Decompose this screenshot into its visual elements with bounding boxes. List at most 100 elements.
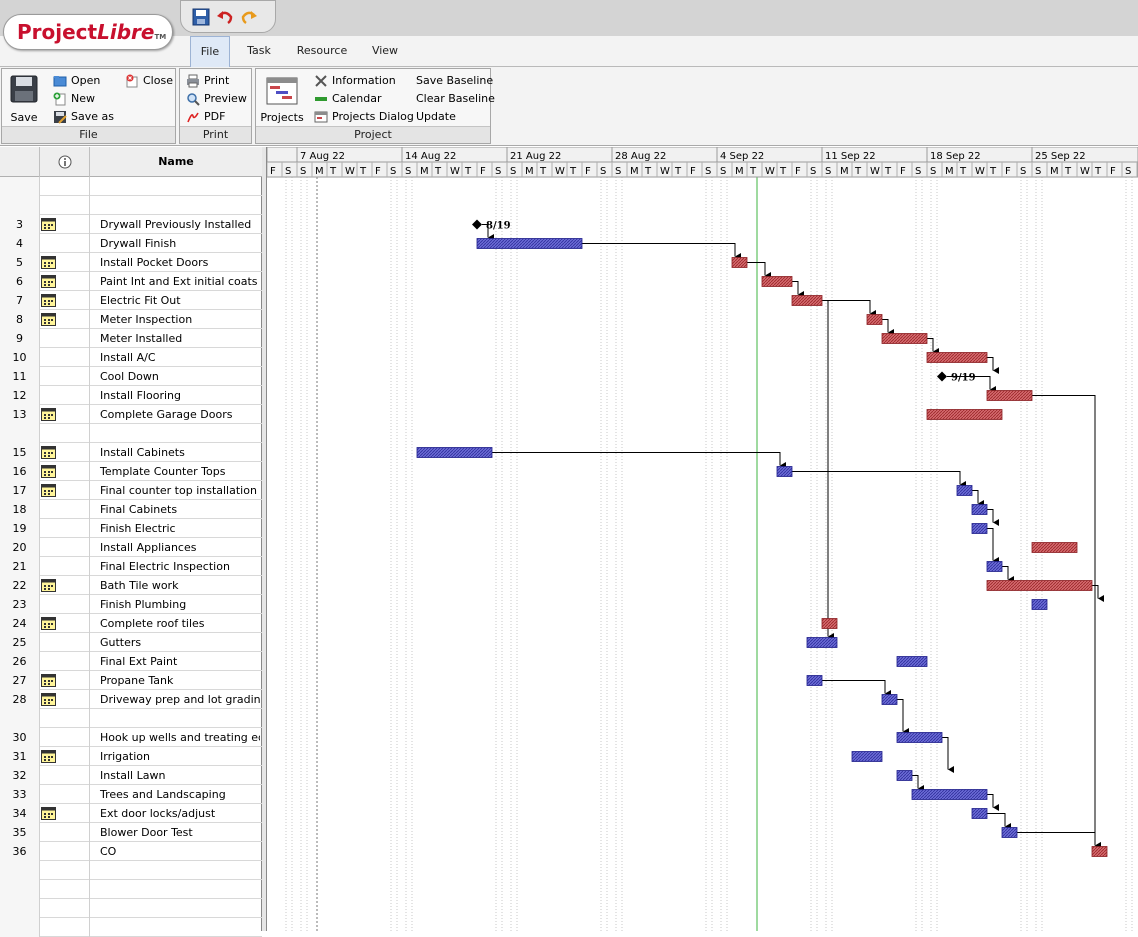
task-name[interactable] bbox=[90, 177, 260, 196]
redo-icon[interactable] bbox=[240, 8, 258, 26]
critical-task-bar[interactable] bbox=[986, 390, 1033, 401]
table-row[interactable]: 17 Final counter top installation bbox=[0, 481, 262, 500]
table-row[interactable] bbox=[0, 918, 262, 937]
task-name[interactable]: Hook up wells and treating equip bbox=[90, 728, 260, 747]
task-name[interactable]: Irrigation bbox=[90, 747, 260, 766]
table-row[interactable]: 19 Finish Electric bbox=[0, 519, 262, 538]
task-name[interactable]: Trees and Landscaping bbox=[90, 785, 260, 804]
task-name[interactable] bbox=[90, 861, 260, 880]
table-row[interactable] bbox=[0, 196, 262, 215]
task-name[interactable]: Meter Installed bbox=[90, 329, 260, 348]
task-bar[interactable] bbox=[806, 637, 838, 648]
task-name[interactable]: Final Cabinets bbox=[90, 500, 260, 519]
critical-task-bar[interactable] bbox=[986, 580, 1093, 591]
task-name[interactable]: Template Counter Tops bbox=[90, 462, 260, 481]
task-name[interactable]: Cool Down bbox=[90, 367, 260, 386]
table-row[interactable]: 10 Install A/C bbox=[0, 348, 262, 367]
critical-task-bar[interactable] bbox=[731, 257, 748, 268]
task-name[interactable]: Meter Inspection bbox=[90, 310, 260, 329]
task-name[interactable]: Paint Int and Ext initial coats bbox=[90, 272, 260, 291]
task-bar[interactable] bbox=[971, 523, 988, 534]
task-name[interactable]: Finish Plumbing bbox=[90, 595, 260, 614]
table-row[interactable]: 13 Complete Garage Doors bbox=[0, 405, 262, 424]
critical-task-bar[interactable] bbox=[926, 409, 1003, 420]
table-row[interactable]: 8 Meter Inspection bbox=[0, 310, 262, 329]
task-name[interactable]: Drywall Finish bbox=[90, 234, 260, 253]
table-row[interactable] bbox=[0, 709, 262, 728]
task-bar[interactable] bbox=[776, 466, 793, 477]
task-name[interactable]: Gutters bbox=[90, 633, 260, 652]
table-row[interactable]: 30 Hook up wells and treating equip bbox=[0, 728, 262, 747]
task-name[interactable]: CO bbox=[90, 842, 260, 861]
task-name[interactable]: Final Electric Inspection bbox=[90, 557, 260, 576]
table-row[interactable] bbox=[0, 880, 262, 899]
task-name[interactable]: Install A/C bbox=[90, 348, 260, 367]
task-bar[interactable] bbox=[896, 732, 943, 743]
table-row[interactable]: 33 Trees and Landscaping bbox=[0, 785, 262, 804]
task-name[interactable]: Final Ext Paint bbox=[90, 652, 260, 671]
task-name[interactable] bbox=[90, 918, 260, 937]
critical-task-bar[interactable] bbox=[821, 618, 838, 629]
task-bar[interactable] bbox=[851, 751, 883, 762]
task-bar[interactable] bbox=[416, 447, 493, 458]
table-row[interactable]: 4 Drywall Finish bbox=[0, 234, 262, 253]
task-name[interactable]: Install Appliances bbox=[90, 538, 260, 557]
tab-file[interactable]: File bbox=[190, 36, 230, 68]
critical-task-bar[interactable] bbox=[926, 352, 988, 363]
task-name[interactable]: Final counter top installation bbox=[90, 481, 260, 500]
table-row[interactable]: 27 Propane Tank bbox=[0, 671, 262, 690]
critical-task-bar[interactable] bbox=[1091, 846, 1108, 857]
task-name[interactable]: Install Cabinets bbox=[90, 443, 260, 462]
task-name[interactable]: Finish Electric bbox=[90, 519, 260, 538]
table-row[interactable] bbox=[0, 899, 262, 918]
table-row[interactable]: 7 Electric Fit Out bbox=[0, 291, 262, 310]
task-bar[interactable] bbox=[806, 675, 823, 686]
undo-icon[interactable] bbox=[216, 8, 234, 26]
critical-task-bar[interactable] bbox=[1031, 542, 1078, 553]
task-name[interactable]: Propane Tank bbox=[90, 671, 260, 690]
table-row[interactable] bbox=[0, 177, 262, 196]
task-name[interactable]: Blower Door Test bbox=[90, 823, 260, 842]
table-row[interactable]: 9 Meter Installed bbox=[0, 329, 262, 348]
table-row[interactable]: 20 Install Appliances bbox=[0, 538, 262, 557]
table-row[interactable]: 34 Ext door locks/adjust bbox=[0, 804, 262, 823]
table-row[interactable]: 28 Driveway prep and lot grading bbox=[0, 690, 262, 709]
table-row[interactable]: 32 Install Lawn bbox=[0, 766, 262, 785]
table-row[interactable]: 15 Install Cabinets bbox=[0, 443, 262, 462]
table-row[interactable]: 22 Bath Tile work bbox=[0, 576, 262, 595]
header-id-column[interactable] bbox=[0, 147, 40, 177]
task-bar[interactable] bbox=[971, 808, 988, 819]
milestone-diamond[interactable] bbox=[937, 371, 947, 382]
task-name[interactable]: Install Flooring bbox=[90, 386, 260, 405]
task-bar[interactable] bbox=[1001, 827, 1018, 838]
projects-button[interactable]: Projects bbox=[260, 73, 304, 127]
tab-task[interactable]: Task bbox=[238, 36, 280, 67]
table-row[interactable]: 31 Irrigation bbox=[0, 747, 262, 766]
task-name[interactable] bbox=[90, 196, 260, 215]
table-row[interactable]: 26 Final Ext Paint bbox=[0, 652, 262, 671]
task-bar[interactable] bbox=[881, 694, 898, 705]
table-row[interactable]: 21 Final Electric Inspection bbox=[0, 557, 262, 576]
task-bar[interactable] bbox=[986, 561, 1003, 572]
task-bar[interactable] bbox=[971, 504, 988, 515]
task-name[interactable]: Install Pocket Doors bbox=[90, 253, 260, 272]
task-name[interactable] bbox=[90, 424, 260, 443]
task-name[interactable]: Complete roof tiles bbox=[90, 614, 260, 633]
table-row[interactable]: 35 Blower Door Test bbox=[0, 823, 262, 842]
save-large-button[interactable]: Save bbox=[6, 73, 42, 127]
header-indicators-column[interactable] bbox=[40, 147, 90, 177]
table-row[interactable]: 36 CO bbox=[0, 842, 262, 861]
table-row[interactable]: 11 Cool Down bbox=[0, 367, 262, 386]
table-row[interactable]: 16 Template Counter Tops bbox=[0, 462, 262, 481]
table-row[interactable]: 23 Finish Plumbing bbox=[0, 595, 262, 614]
task-name[interactable]: Install Lawn bbox=[90, 766, 260, 785]
table-row[interactable] bbox=[0, 424, 262, 443]
task-bar[interactable] bbox=[911, 789, 988, 800]
table-row[interactable]: 24 Complete roof tiles bbox=[0, 614, 262, 633]
task-name[interactable]: Driveway prep and lot grading bbox=[90, 690, 260, 709]
tab-resource[interactable]: Resource bbox=[290, 36, 354, 67]
table-row[interactable]: 3 Drywall Previously Installed bbox=[0, 215, 262, 234]
task-name[interactable] bbox=[90, 899, 260, 918]
task-bar[interactable] bbox=[476, 238, 583, 249]
task-name[interactable]: Drywall Previously Installed bbox=[90, 215, 260, 234]
